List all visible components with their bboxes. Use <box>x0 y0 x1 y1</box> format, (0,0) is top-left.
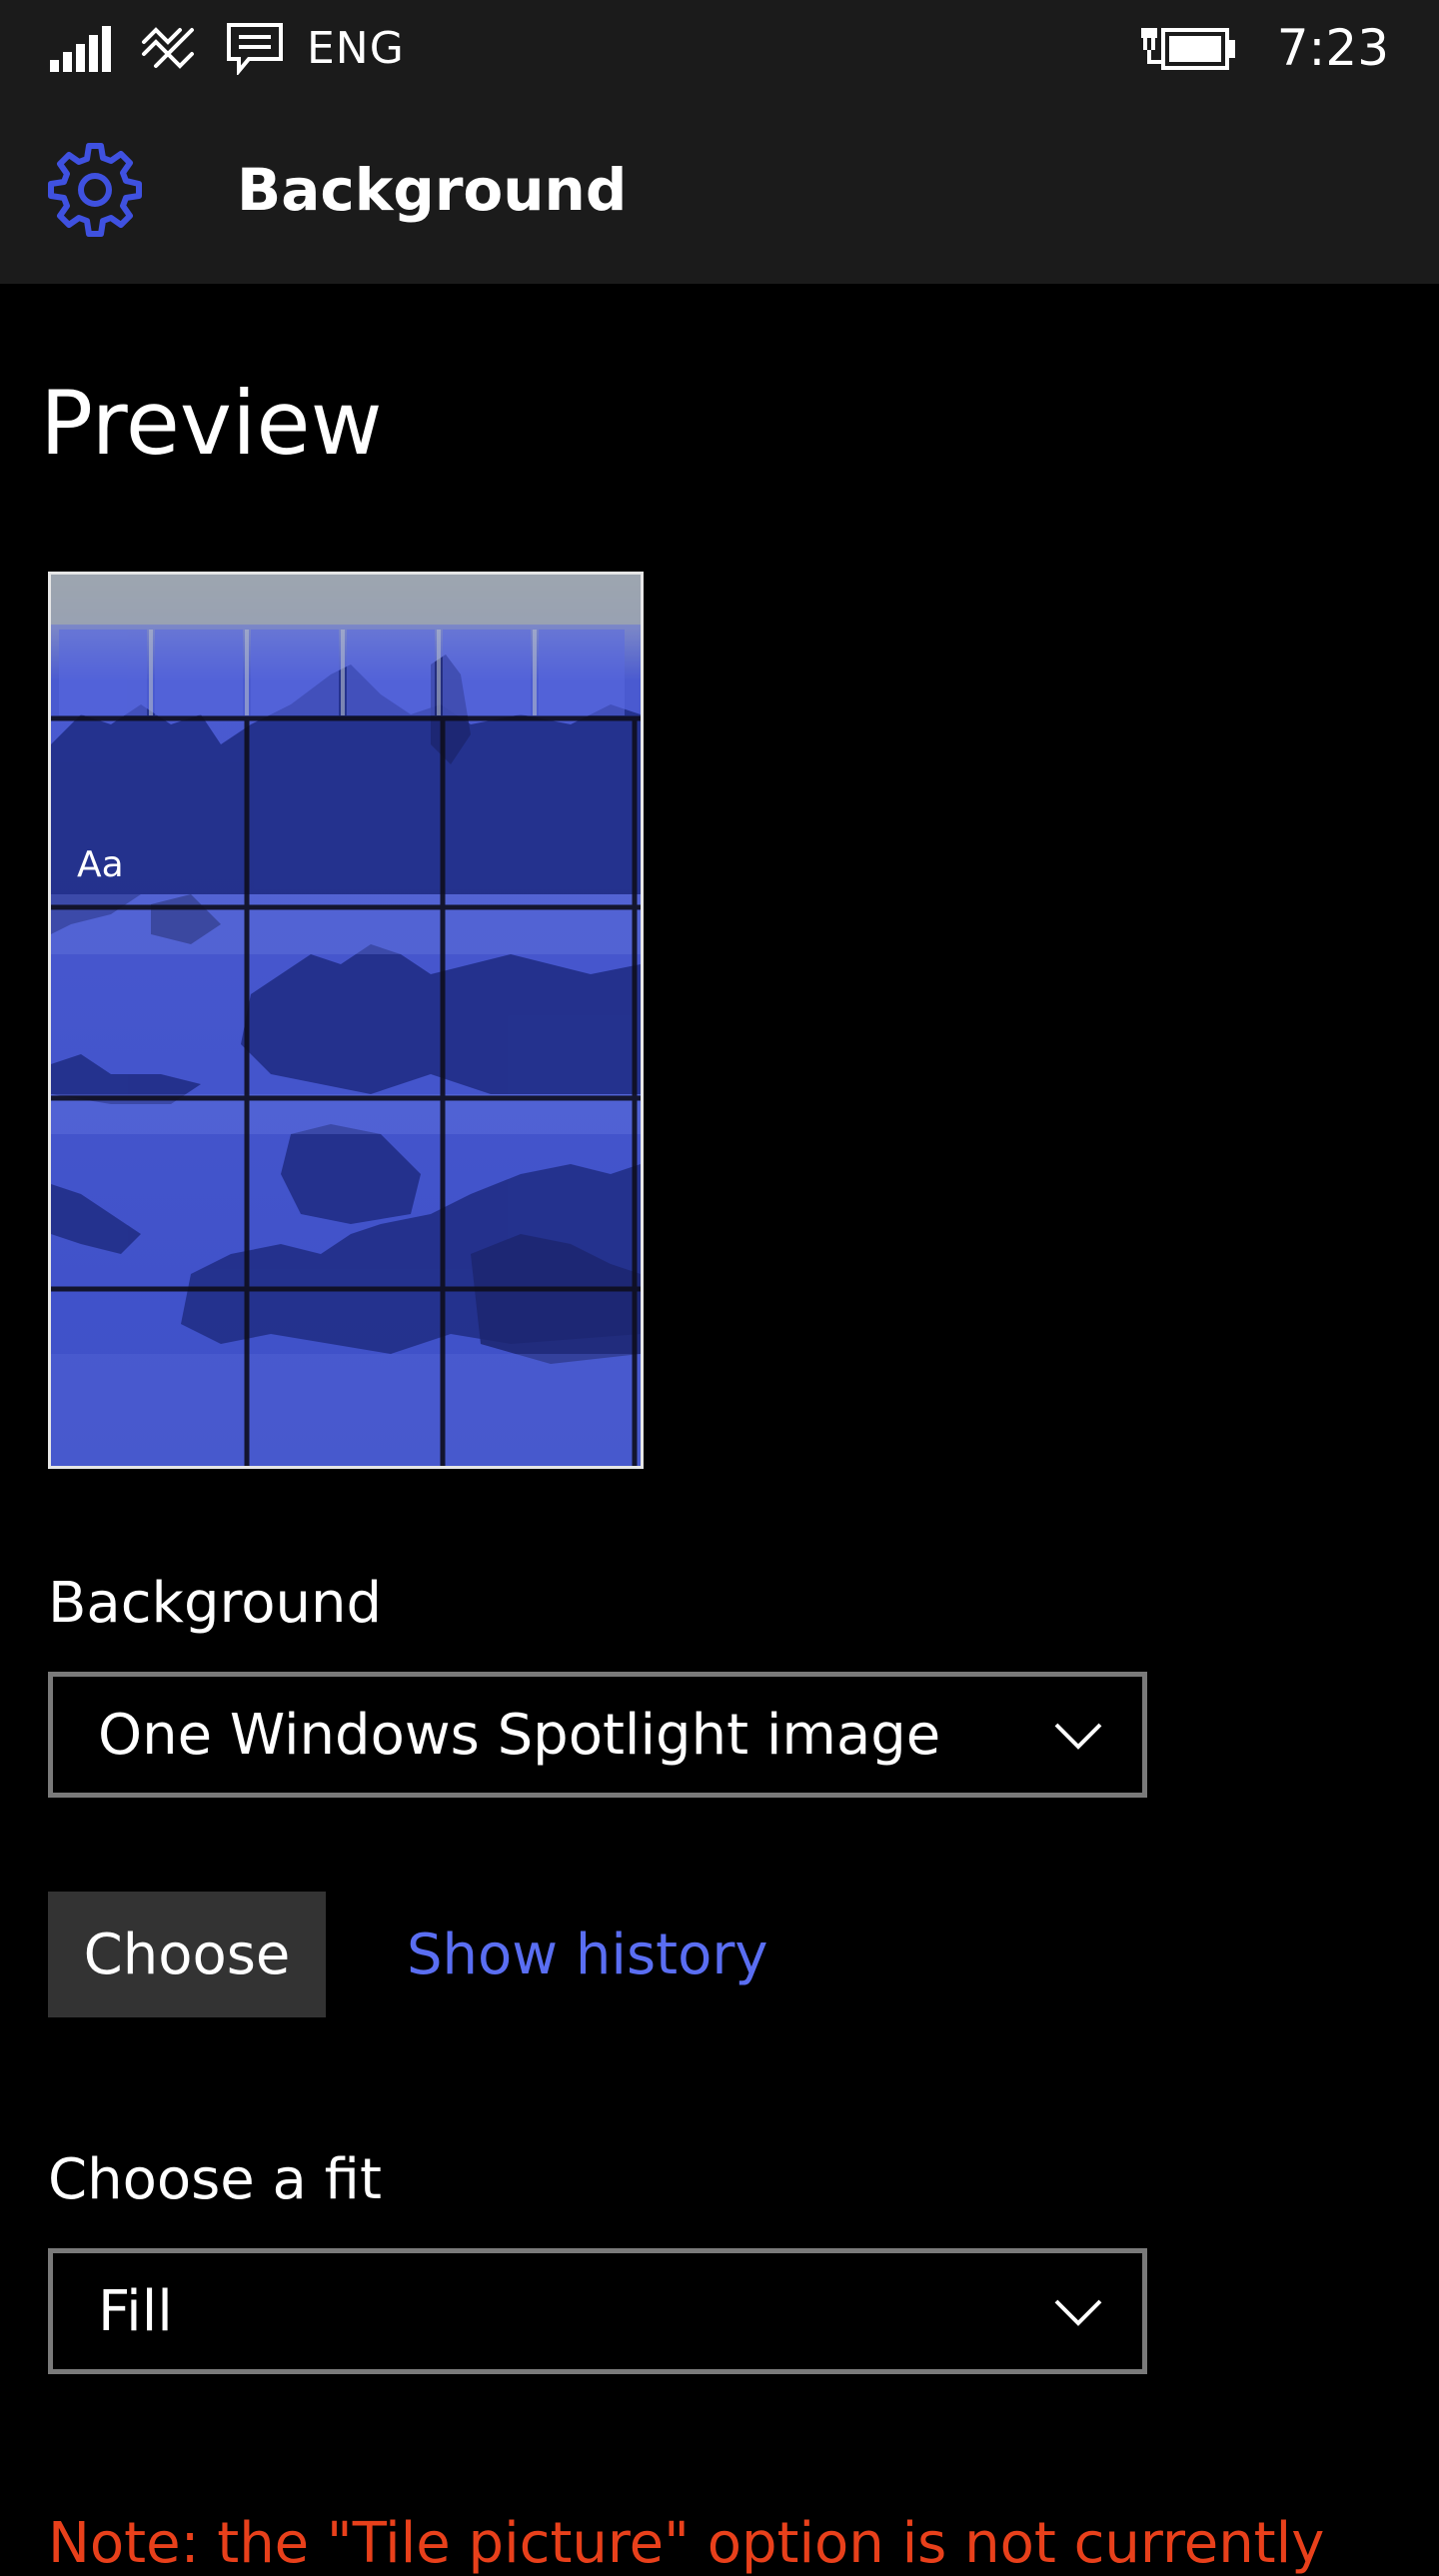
choose-button[interactable]: Choose <box>48 1892 326 2017</box>
wifi-icon <box>140 0 196 96</box>
fit-dropdown-value: Fill <box>98 2278 173 2344</box>
fit-label: Choose a fit <box>48 2147 382 2212</box>
background-label: Background <box>48 1571 383 1636</box>
title-bar: Background <box>0 96 1439 284</box>
background-preview: Aa <box>48 572 644 1469</box>
preview-sample-text: Aa <box>77 844 124 885</box>
message-icon <box>225 0 285 96</box>
signal-icon <box>50 0 112 96</box>
fit-dropdown[interactable]: Fill <box>48 2248 1147 2374</box>
tile-picture-note: Note: the "Tile picture" option is not c… <box>48 2511 1325 2576</box>
show-history-link[interactable]: Show history <box>407 1892 768 2017</box>
clock: 7:23 <box>1276 19 1389 77</box>
chevron-down-icon <box>1054 1723 1102 1750</box>
gear-icon <box>45 140 145 240</box>
page-title: Background <box>237 156 628 224</box>
preview-heading: Preview <box>40 372 383 475</box>
background-dropdown-value: One Windows Spotlight image <box>98 1702 941 1768</box>
battery-charging-icon <box>1141 0 1237 96</box>
status-bar: ENG 7:23 <box>0 0 1439 96</box>
chevron-down-icon <box>1054 2299 1102 2326</box>
language-indicator: ENG <box>307 22 405 74</box>
background-dropdown[interactable]: One Windows Spotlight image <box>48 1672 1147 1798</box>
